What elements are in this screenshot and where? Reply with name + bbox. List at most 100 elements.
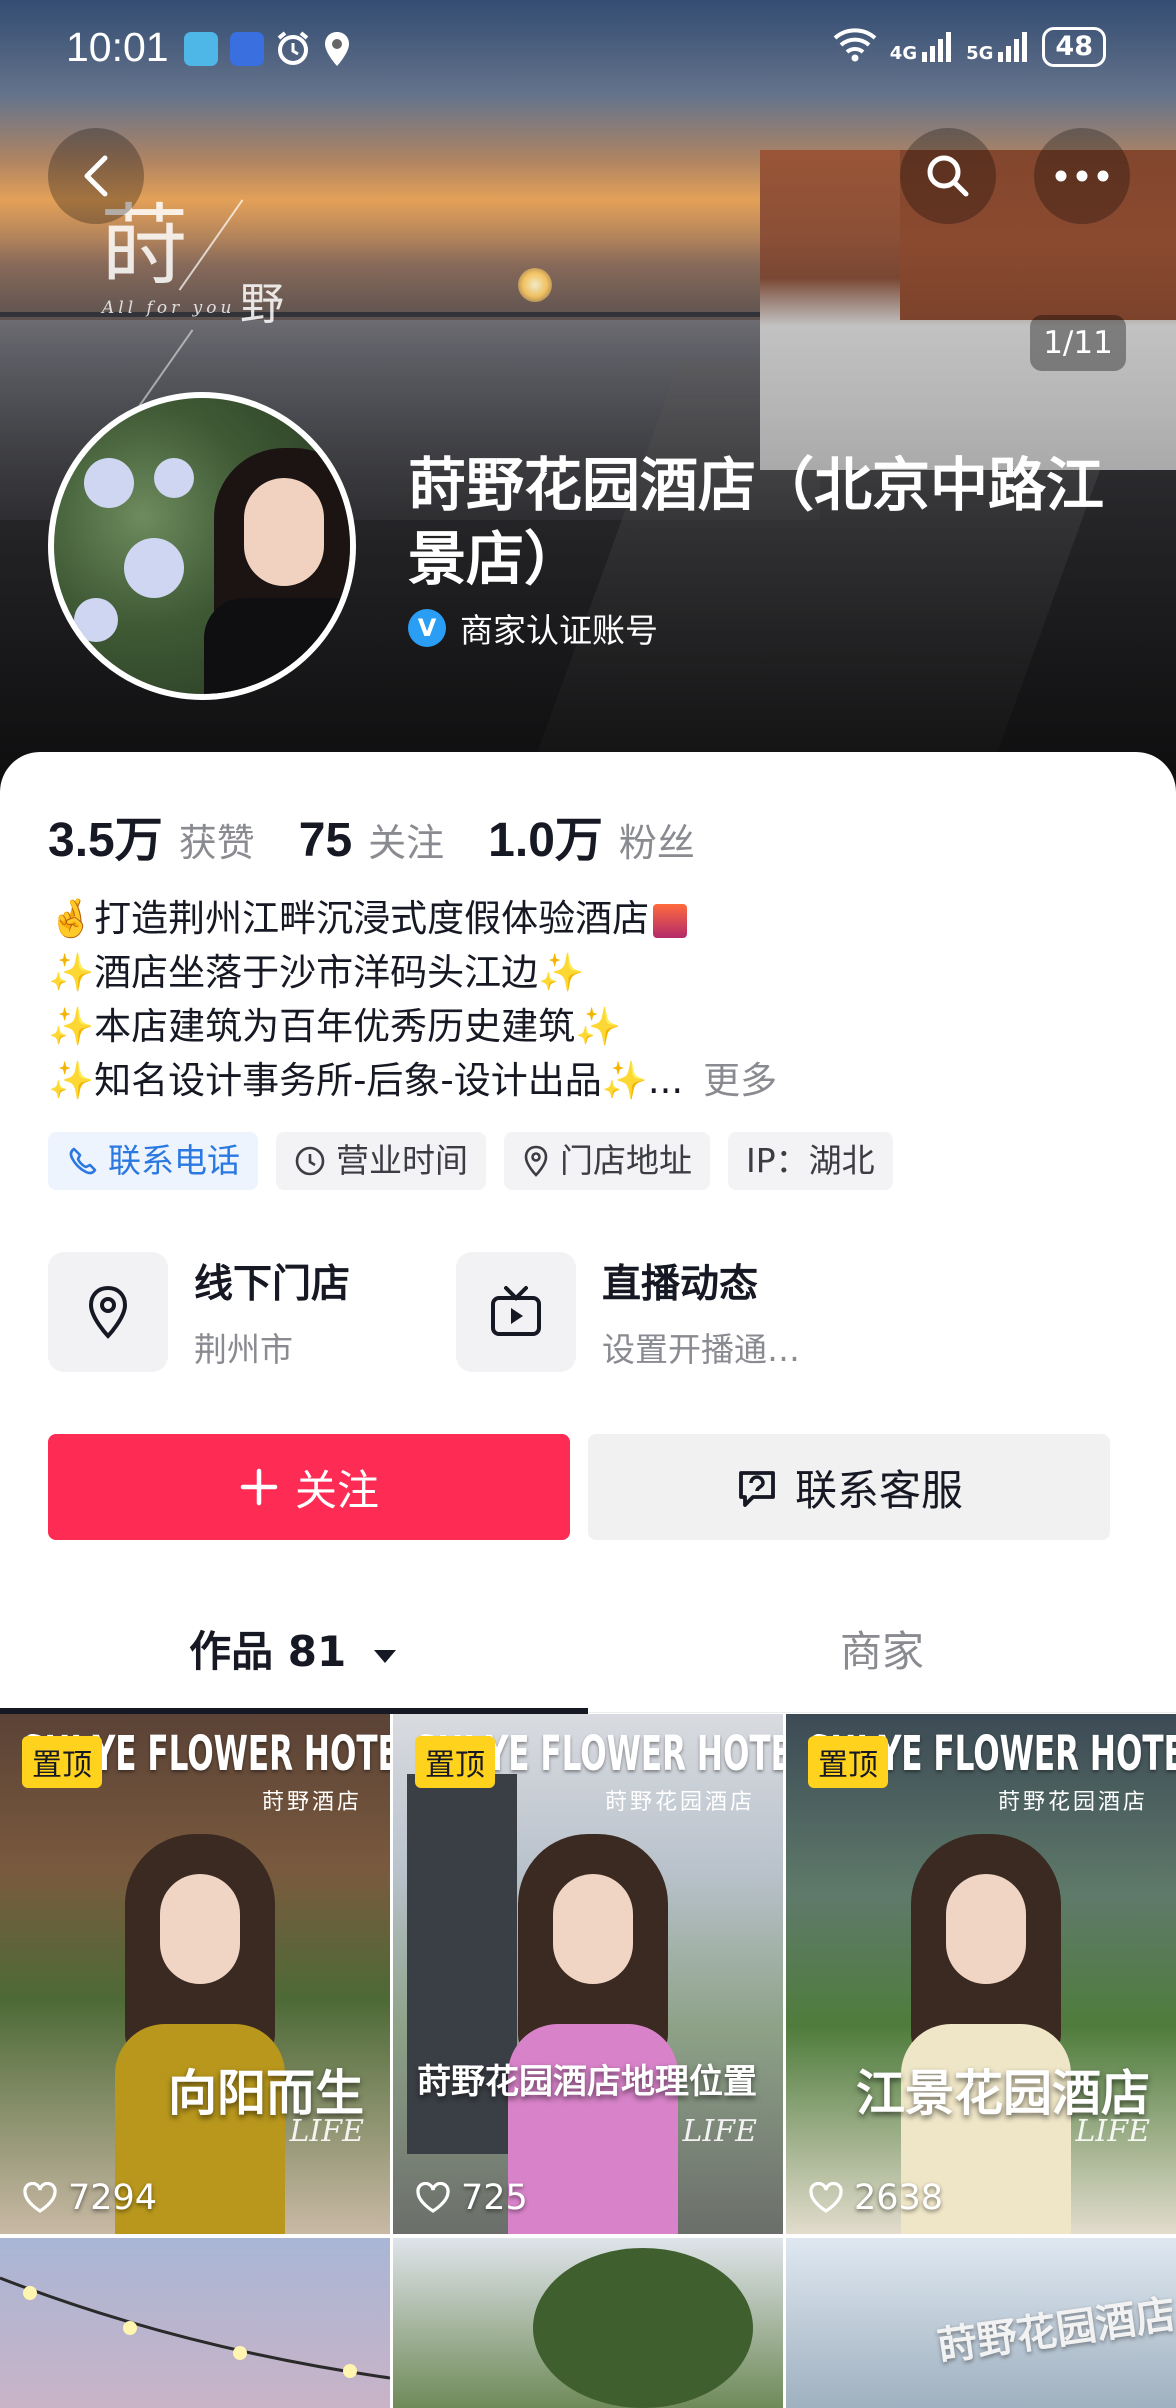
bio-line-4: ✨知名设计事务所-后象-设计出品✨... 更多 [48, 1054, 1148, 1108]
alarm-icon [274, 30, 312, 72]
signal-bars-icon [998, 32, 1028, 62]
pinned-badge: 置顶 [808, 1736, 888, 1788]
entry-live-subtitle: 设置开播通… [602, 1330, 800, 1369]
bio-line-3: ✨本店建筑为百年优秀历史建筑✨ [48, 1000, 1148, 1054]
stat-following-value: 75 [298, 814, 353, 867]
video-likes-count: 7294 [68, 2178, 158, 2218]
string-lights-icon [0, 2276, 390, 2380]
video-card-3[interactable]: SHI YE FLOWER HOTEL 莳野花园酒店 置顶 江景花园酒店 LIF… [786, 1714, 1176, 2234]
caret-down-icon [373, 1650, 396, 1663]
tab-shop[interactable]: 商家 [588, 1602, 1176, 1712]
entry-live[interactable]: 直播动态 设置开播通… [456, 1252, 800, 1372]
video-brand-sub: 莳野酒店 [261, 1790, 362, 1815]
video-likes: 725 [415, 2178, 528, 2218]
bio-more-link[interactable]: 更多 [703, 1059, 777, 1102]
cover-page-indicator: 1/11 [1030, 315, 1126, 371]
video-likes-count: 725 [461, 2178, 528, 2218]
video-life: LIFE [289, 2114, 365, 2149]
profile-name: 莳野花园酒店（北京中路江景店） [408, 451, 1105, 593]
bio-text-4: 知名设计事务所-后象-设计出品 [94, 1059, 602, 1102]
cover-calligraphy-sub: 野 [240, 279, 284, 330]
more-dots-icon [1055, 170, 1109, 182]
signal-4g: 4G [890, 30, 954, 64]
status-bar: 10:01 4G 5G 48 [0, 0, 1176, 96]
map-pin-icon [524, 1145, 548, 1177]
stat-following-label: 关注 [368, 821, 445, 865]
entry-offline-store[interactable]: 线下门店 荆州市 [48, 1252, 350, 1372]
bio-line-1: 🤞打造荆州江畔沉浸式度假体验酒店 [48, 892, 1148, 946]
tag-address-label: 门店地址 [560, 1141, 692, 1180]
sparkle-icon: ✨ [48, 951, 95, 994]
network-4g-label: 4G [889, 43, 918, 64]
city-sunset-emoji-icon [653, 903, 688, 938]
wifi-icon [832, 26, 878, 68]
tab-works[interactable]: 作品 81 [0, 1602, 588, 1714]
search-icon [927, 155, 969, 197]
more-button[interactable] [1034, 128, 1130, 224]
plus-icon [240, 1468, 278, 1506]
live-icon-box [456, 1252, 576, 1372]
video-card-4[interactable] [0, 2238, 390, 2408]
stat-likes-label: 获赞 [178, 821, 255, 865]
tag-ip: IP：湖北 [728, 1132, 893, 1190]
tag-hours[interactable]: 营业时间 [276, 1132, 486, 1190]
verified-badge[interactable]: V 商家认证账号 [408, 604, 658, 652]
video-life: LIFE [682, 2114, 758, 2149]
follow-label: 关注 [294, 1465, 379, 1515]
search-button[interactable] [900, 128, 996, 224]
clock-icon [295, 1146, 325, 1176]
heart-icon [416, 2182, 450, 2213]
entry-store-subtitle: 荆州市 [194, 1330, 293, 1369]
back-button[interactable] [48, 128, 144, 224]
store-icon-box [48, 1252, 168, 1372]
video-likes-count: 2638 [854, 2178, 944, 2218]
tag-address[interactable]: 门店地址 [504, 1132, 710, 1190]
app-notification-icon [184, 32, 218, 66]
video-likes: 2638 [808, 2178, 943, 2218]
video-brand-sub: 莳野花园酒店 [604, 1790, 755, 1815]
bio-ellipsis: ... [647, 1059, 684, 1102]
bio-text-2: 酒店坐落于沙市洋码头江边 [94, 951, 539, 994]
cover-tagline: All for you [102, 298, 236, 318]
video-person [508, 1834, 678, 2234]
sparkle-icon: ✨ [538, 951, 585, 994]
bio-text-1: 打造荆州江畔沉浸式度假体验酒店 [94, 897, 650, 940]
sparkle-icon: ✨ [575, 1005, 622, 1048]
bio-text-3: 本店建筑为百年优秀历史建筑 [94, 1005, 576, 1048]
entry-store-title: 线下门店 [194, 1262, 351, 1307]
back-arrow-icon [84, 155, 108, 197]
profile-tags: 联系电话 营业时间 门店地址 IP：湖北 [48, 1132, 893, 1190]
tag-phone[interactable]: 联系电话 [48, 1132, 258, 1190]
verified-label: 商家认证账号 [460, 611, 658, 650]
sparkle-icon: ✨ [601, 1059, 648, 1102]
live-tv-icon [491, 1286, 541, 1336]
stat-likes[interactable]: 3.5万 获赞 [48, 800, 255, 870]
profile-bio[interactable]: 🤞打造荆州江畔沉浸式度假体验酒店 ✨酒店坐落于沙市洋码头江边✨ ✨本店建筑为百年… [48, 892, 1148, 1108]
stat-likes-value: 3.5万 [48, 814, 163, 867]
video-person [115, 1834, 285, 2234]
heart-icon [23, 2182, 57, 2213]
video-card-5[interactable] [393, 2238, 783, 2408]
location-pin-icon [88, 1285, 128, 1339]
entry-live-title: 直播动态 [602, 1262, 759, 1307]
verified-icon: V [408, 609, 446, 647]
video-card-1[interactable]: SHI YE FLOWER HOTEL 莳野酒店 置顶 向阳而生 LIFE 72… [0, 1714, 390, 2234]
contact-service-button[interactable]: 联系客服 [588, 1434, 1110, 1540]
profile-tabs: 作品 81 商家 [0, 1602, 1176, 1714]
avatar[interactable] [48, 392, 356, 700]
stat-followers[interactable]: 1.0万 粉丝 [488, 800, 695, 870]
chat-service-icon [739, 1471, 775, 1507]
video-brand-sub: 莳野花园酒店 [997, 1790, 1148, 1815]
signal-5g: 5G [966, 30, 1030, 64]
phone-icon [69, 1147, 97, 1175]
video-likes: 7294 [22, 2178, 157, 2218]
video-card-2[interactable]: SHI YE FLOWER HOTEL 莳野花园酒店 置顶 莳野花园酒店地理位置… [393, 1714, 783, 2234]
stat-following[interactable]: 75 关注 [299, 812, 444, 868]
stat-followers-label: 粉丝 [618, 821, 695, 865]
battery-indicator: 48 [1042, 27, 1106, 67]
tag-phone-label: 联系电话 [108, 1141, 240, 1180]
video-card-6[interactable]: 莳野花园酒店 [786, 2238, 1176, 2408]
follow-button[interactable]: 关注 [48, 1434, 570, 1540]
status-time: 10:01 [66, 24, 169, 70]
network-5g-label: 5G [966, 43, 994, 64]
